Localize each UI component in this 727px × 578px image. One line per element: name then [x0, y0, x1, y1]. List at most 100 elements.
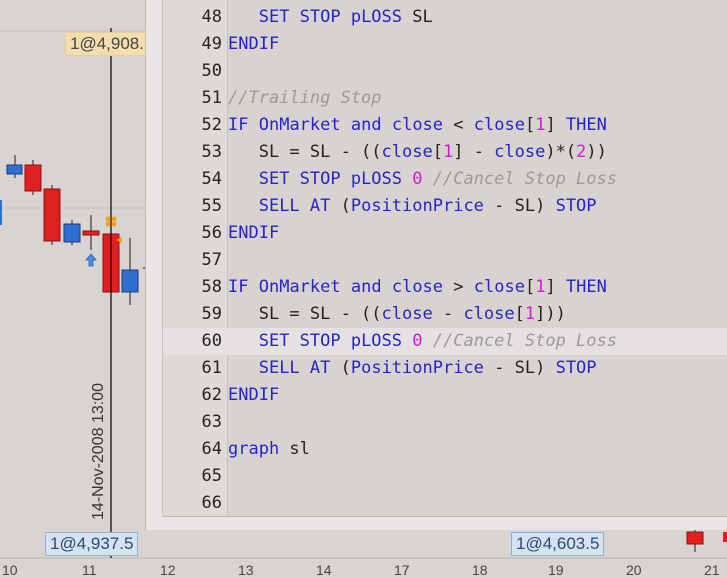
code-token: OnMarket — [258, 115, 341, 135]
line-number: 62 — [201, 385, 222, 405]
code-text: SL = SL - ((close[1] - close)*(2)) — [228, 139, 607, 166]
code-token: ] — [545, 115, 566, 135]
code-token: //Cancel Stop Loss — [432, 169, 617, 189]
line-number: 59 — [201, 304, 222, 324]
code-text: ENDIF — [228, 220, 279, 247]
code-token: - — [432, 304, 464, 324]
code-token: sl — [279, 439, 310, 459]
code-token: )) — [586, 142, 607, 162]
code-token: ENDIF — [228, 34, 280, 54]
code-line[interactable]: 62 ENDIF — [163, 382, 727, 409]
code-token: close — [463, 304, 515, 324]
code-token: graph — [228, 439, 280, 459]
code-token: ] — [545, 277, 566, 297]
line-number: 54 — [201, 169, 222, 189]
code-token: ])) — [535, 304, 566, 324]
code-token: 1 — [535, 277, 546, 297]
line-number: 52 — [201, 115, 222, 135]
code-line[interactable]: 60 SET STOP pLOSS 0 //Cancel Stop Loss — [163, 328, 727, 355]
code-token: close — [494, 142, 546, 162]
code-line[interactable]: 61 SELL AT (PositionPrice - SL) STOP — [163, 355, 727, 382]
code-line[interactable]: 59 SL = SL - ((close - close[1])) — [163, 301, 727, 328]
line-number: 48 — [201, 7, 222, 27]
code-token: and — [350, 277, 382, 297]
code-line[interactable]: 57 — [163, 247, 727, 274]
code-line[interactable]: 56 ENDIF — [163, 220, 727, 247]
code-token: STOP — [555, 358, 597, 378]
code-line[interactable]: 51 //Trailing Stop — [163, 85, 727, 112]
code-text: graph sl — [228, 436, 310, 463]
code-token: ( — [330, 196, 351, 216]
code-token: 2 — [576, 142, 587, 162]
code-text: SET STOP pLOSS 0 //Cancel Stop Loss — [228, 166, 617, 193]
code-token: close — [473, 277, 525, 297]
code-token: close — [391, 277, 444, 297]
code-line[interactable]: 53 SL = SL - ((close[1] - close)*(2)) — [163, 139, 727, 166]
code-token: SET STOP pLOSS — [258, 331, 403, 351]
code-line[interactable]: 54 SET STOP pLOSS 0 //Cancel Stop Loss — [163, 166, 727, 193]
code-line[interactable]: 66 — [163, 490, 727, 517]
line-number: 64 — [201, 439, 222, 459]
code-editor[interactable]: 48 SET STOP pLOSS SL 49 ENDIF 50 51 //Trailin… — [162, 0, 727, 517]
code-token: ENDIF — [228, 385, 280, 405]
code-line[interactable]: 63 — [163, 409, 727, 436]
line-number: 51 — [201, 88, 222, 108]
code-editor-panel: 48 SET STOP pLOSS SL 49 ENDIF 50 51 //Trailin… — [145, 0, 727, 530]
code-line[interactable]: 49 ENDIF — [163, 31, 727, 58]
code-token: 0 — [412, 331, 423, 351]
code-line[interactable]: 64 graph sl — [163, 436, 727, 463]
price-tag-bottom-mid: 1@4,603.5 — [511, 532, 605, 556]
code-token: ( — [330, 358, 351, 378]
code-text: SET STOP pLOSS SL — [228, 4, 433, 31]
cursor-date-label: 14-Nov-2008 13:00 — [90, 383, 107, 520]
code-token: ] - — [453, 142, 495, 162]
code-text: ENDIF — [228, 31, 279, 58]
code-token: SELL AT — [258, 358, 331, 378]
line-number: 61 — [201, 358, 222, 378]
code-token: 1 — [524, 304, 536, 324]
code-text: SET STOP pLOSS 0 //Cancel Stop Loss — [228, 328, 617, 355]
code-token: //Cancel Stop Loss — [432, 331, 617, 351]
code-token: IF — [228, 115, 249, 135]
code-line[interactable]: 52 IF OnMarket and close < close[1] THEN — [163, 112, 727, 139]
code-token: and — [350, 115, 382, 135]
code-token: 1 — [442, 142, 454, 162]
code-text: IF OnMarket and close < close[1] THEN — [228, 112, 607, 139]
code-token: 1 — [535, 115, 546, 135]
code-token: SET STOP pLOSS — [258, 7, 403, 27]
code-text: IF OnMarket and close > close[1] THEN — [228, 274, 607, 301]
code-token: SL — [402, 7, 433, 27]
code-token: [ — [524, 115, 536, 135]
code-line[interactable]: 55 SELL AT (PositionPrice - SL) STOP — [163, 193, 727, 220]
code-line[interactable]: 48 SET STOP pLOSS SL — [163, 4, 727, 31]
code-line[interactable]: 65 — [163, 463, 727, 490]
code-token: THEN — [565, 277, 607, 297]
code-token: close — [391, 115, 444, 135]
code-token: [ — [432, 142, 443, 162]
code-token: SL = SL - (( — [228, 142, 382, 162]
code-line[interactable]: 50 — [163, 58, 727, 85]
code-line[interactable]: 58 IF OnMarket and close > close[1] THEN — [163, 274, 727, 301]
line-number: 57 — [201, 250, 222, 270]
code-token: STOP — [555, 196, 597, 216]
line-number: 50 — [201, 61, 222, 81]
line-number: 60 — [201, 331, 222, 351]
code-token: close — [381, 142, 433, 162]
code-token: 0 — [412, 169, 423, 189]
code-token: IF — [228, 277, 249, 297]
code-token: ENDIF — [228, 223, 280, 243]
code-token: PositionPrice — [350, 196, 484, 216]
line-number: 55 — [201, 196, 222, 216]
